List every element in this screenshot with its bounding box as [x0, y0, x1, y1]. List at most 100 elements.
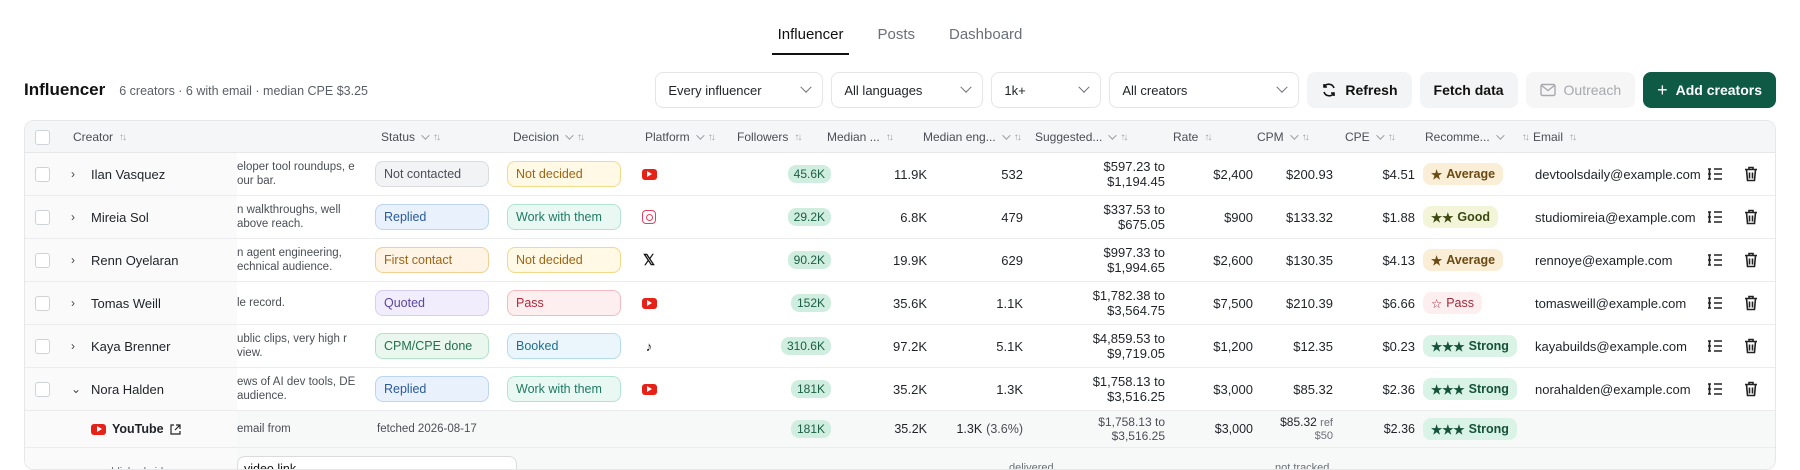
col-median-views[interactable]: Median ... ↑↓: [827, 121, 894, 153]
decision-cell[interactable]: Booked: [507, 325, 621, 367]
trash-icon[interactable]: [1741, 325, 1761, 367]
tiktok-icon[interactable]: ♪: [641, 338, 657, 354]
trash-icon[interactable]: [1741, 239, 1761, 281]
col-status[interactable]: Status ↑↓: [381, 121, 441, 153]
decision-pill[interactable]: Work with them: [507, 204, 621, 230]
creator-name[interactable]: Renn Oyelaran: [91, 239, 178, 281]
chevron-right-icon[interactable]: ›: [71, 153, 83, 195]
decision-pill[interactable]: Work with them: [507, 376, 621, 402]
table-row[interactable]: › Renn Oyelaran n agent engineering, ech…: [25, 239, 1775, 282]
platform-cell[interactable]: [641, 368, 657, 410]
youtube-icon[interactable]: [641, 295, 657, 311]
decision-pill[interactable]: Pass: [507, 290, 621, 316]
table-row[interactable]: ⌄ Nora Halden ews of AI dev tools, DE au…: [25, 368, 1775, 411]
table-row[interactable]: › Tomas Weill le record. Quoted Pass 152…: [25, 282, 1775, 325]
col-rate[interactable]: Rate ↑↓: [1173, 121, 1212, 153]
row-checkbox[interactable]: [35, 153, 50, 195]
status-cell[interactable]: Not contacted: [375, 153, 489, 195]
platform-cell[interactable]: [641, 282, 657, 324]
row-checkbox[interactable]: [35, 239, 50, 281]
row-checkbox[interactable]: [35, 282, 50, 324]
status-pill[interactable]: Not contacted: [375, 161, 489, 187]
col-cpm[interactable]: CPM ↑↓: [1257, 121, 1310, 153]
trash-icon[interactable]: [1741, 196, 1761, 238]
row-checkbox[interactable]: [35, 325, 50, 367]
status-pill[interactable]: Replied: [375, 204, 489, 230]
creator-name[interactable]: Tomas Weill: [91, 282, 161, 324]
table-row[interactable]: › Ilan Vasquez eloper tool roundups, e o…: [25, 153, 1775, 196]
language-filter[interactable]: All languages: [831, 72, 984, 108]
trash-icon[interactable]: [1741, 153, 1761, 195]
col-decision[interactable]: Decision ↑↓: [513, 121, 585, 153]
email-cell[interactable]: norahalden@example.com: [1535, 368, 1691, 410]
row-checkbox[interactable]: [35, 196, 50, 238]
list-details-icon[interactable]: [1705, 239, 1725, 281]
status-pill[interactable]: CPM/CPE done: [375, 333, 489, 359]
list-details-icon[interactable]: [1705, 282, 1725, 324]
email-cell[interactable]: devtoolsdaily@example.com: [1535, 153, 1701, 195]
creator-name[interactable]: Mireia Sol: [91, 196, 149, 238]
creator-name[interactable]: Kaya Brenner: [91, 325, 171, 367]
table-row[interactable]: › Mireia Sol n walkthroughs, well above …: [25, 196, 1775, 239]
trash-icon[interactable]: [1741, 282, 1761, 324]
email-cell[interactable]: studiomireia@example.com: [1535, 196, 1696, 238]
col-platform[interactable]: Platform ↑↓: [645, 121, 716, 153]
instagram-icon[interactable]: [641, 209, 657, 225]
col-suggested[interactable]: Suggested... ↑↓: [1035, 121, 1128, 153]
email-cell[interactable]: rennoye@example.com: [1535, 239, 1672, 281]
add-creators-button[interactable]: + Add creators: [1643, 72, 1776, 108]
status-pill[interactable]: Replied: [375, 376, 489, 402]
row-checkbox[interactable]: [35, 368, 50, 410]
table-row[interactable]: › Kaya Brenner ublic clips, very high r …: [25, 325, 1775, 368]
influencer-filter[interactable]: Every influencer: [655, 72, 824, 108]
col-email[interactable]: Email ↑↓: [1533, 121, 1577, 153]
status-cell[interactable]: First contact: [375, 239, 489, 281]
platform-cell[interactable]: [641, 196, 657, 238]
platform-link[interactable]: YouTube: [91, 411, 181, 447]
list-details-icon[interactable]: [1705, 325, 1725, 367]
decision-pill[interactable]: Not decided: [507, 247, 621, 273]
email-cell[interactable]: kayabuilds@example.com: [1535, 325, 1687, 367]
outreach-button[interactable]: Outreach: [1525, 72, 1636, 108]
decision-cell[interactable]: Not decided: [507, 153, 621, 195]
status-cell[interactable]: CPM/CPE done: [375, 325, 489, 367]
decision-cell[interactable]: Work with them: [507, 196, 621, 238]
select-all-checkbox[interactable]: [35, 121, 50, 153]
chevron-right-icon[interactable]: ›: [71, 196, 83, 238]
chevron-right-icon[interactable]: ›: [71, 239, 83, 281]
x-icon[interactable]: 𝕏: [641, 252, 657, 269]
status-cell[interactable]: Replied: [375, 368, 489, 410]
creators-filter[interactable]: All creators: [1109, 72, 1300, 108]
creator-name[interactable]: Nora Halden: [91, 368, 164, 410]
list-details-icon[interactable]: [1705, 196, 1725, 238]
col-recommendation[interactable]: Recomme... ↑↓: [1425, 121, 1530, 153]
status-pill[interactable]: First contact: [375, 247, 489, 273]
chevron-right-icon[interactable]: ›: [71, 282, 83, 324]
col-median-eng[interactable]: Median eng... ↑↓: [923, 121, 1022, 153]
creator-name[interactable]: Ilan Vasquez: [91, 153, 165, 195]
trash-icon[interactable]: [1741, 368, 1761, 410]
platform-cell[interactable]: ♪: [641, 325, 657, 367]
followers-filter[interactable]: 1k+: [991, 72, 1102, 108]
decision-cell[interactable]: Pass: [507, 282, 621, 324]
platform-cell[interactable]: [641, 153, 657, 195]
video-link-field[interactable]: video link: [237, 456, 517, 469]
status-pill[interactable]: Quoted: [375, 290, 489, 316]
platform-cell[interactable]: 𝕏: [641, 239, 657, 281]
youtube-icon[interactable]: [641, 166, 657, 182]
col-cpe[interactable]: CPE ↑↓: [1345, 121, 1396, 153]
youtube-icon[interactable]: [641, 381, 657, 397]
col-followers[interactable]: Followers ↑↓: [737, 121, 802, 153]
refresh-button[interactable]: Refresh: [1307, 72, 1412, 108]
tab-posts[interactable]: Posts: [871, 22, 921, 53]
email-cell[interactable]: tomasweill@example.com: [1535, 282, 1686, 324]
decision-cell[interactable]: Not decided: [507, 239, 621, 281]
decision-pill[interactable]: Booked: [507, 333, 621, 359]
chevron-right-icon[interactable]: ›: [71, 325, 83, 367]
status-cell[interactable]: Replied: [375, 196, 489, 238]
decision-pill[interactable]: Not decided: [507, 161, 621, 187]
chevron-down-icon[interactable]: ⌄: [71, 368, 83, 410]
fetch-data-button[interactable]: Fetch data: [1419, 72, 1518, 108]
video-link-input[interactable]: video link: [237, 454, 517, 469]
col-creator[interactable]: Creator ↑↓: [73, 121, 127, 153]
